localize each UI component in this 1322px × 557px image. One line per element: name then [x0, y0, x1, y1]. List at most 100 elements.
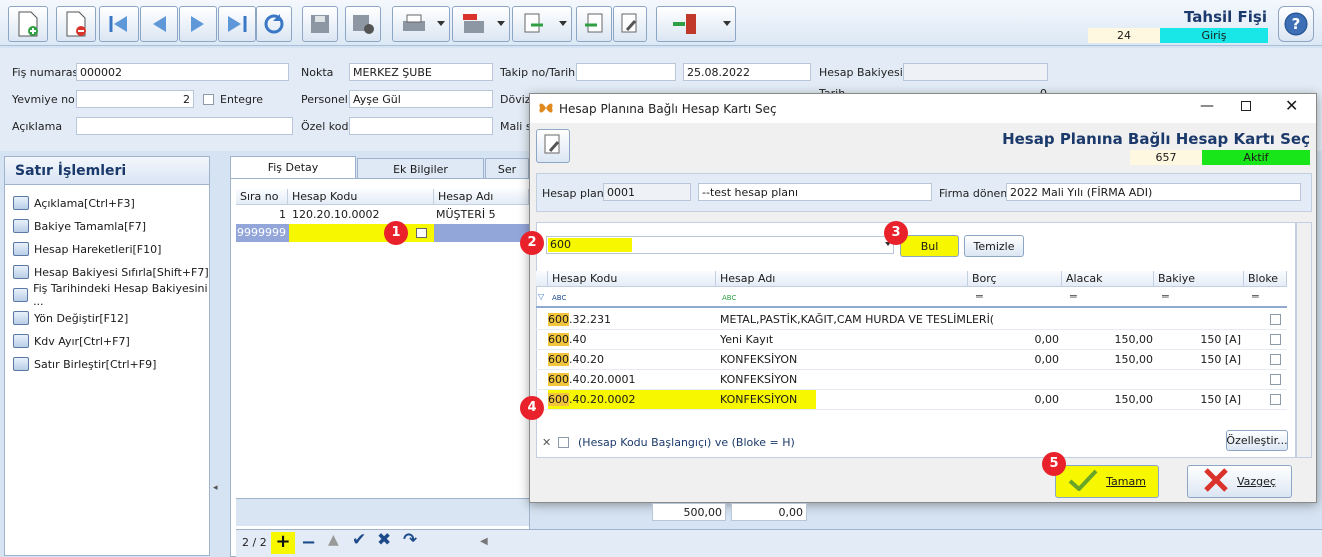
cancel-icon[interactable]: ✖: [377, 530, 391, 550]
filter-enabled-checkbox[interactable]: [558, 437, 569, 448]
row-indicator-header: [536, 271, 548, 287]
yevmiye-input[interactable]: 2: [76, 90, 194, 108]
print-button[interactable]: [392, 6, 450, 42]
splitter-icon[interactable]: ◂: [213, 483, 218, 493]
col-hesap-adi[interactable]: Hesap Adı: [434, 189, 529, 205]
maximize-icon[interactable]: [1241, 101, 1251, 111]
tab-ser[interactable]: Ser: [485, 158, 529, 180]
hesap-kodu-cell-input[interactable]: [289, 224, 434, 242]
firma-select[interactable]: 2022 Mali Yılı (FİRMA ADI): [1006, 183, 1301, 201]
entegre-checkbox[interactable]: [203, 94, 214, 105]
col-sira-no[interactable]: Sıra no: [236, 189, 288, 205]
ok-button[interactable]: Tamam: [1055, 465, 1159, 498]
prev-record-button[interactable]: [140, 6, 178, 42]
equals-icon-3: ═: [1162, 290, 1169, 303]
ozel-kod-input[interactable]: [349, 117, 493, 135]
action-tarih-bakiye[interactable]: Fiş Tarihindeki Hesap Bakiyesini ...: [13, 282, 209, 308]
plan-name: --test hesap planı: [698, 183, 932, 201]
action-kdv-ayir[interactable]: Kdv Ayır[Ctrl+F7]: [13, 331, 130, 351]
exit-button[interactable]: [656, 6, 736, 42]
borc-cell: 0,00: [1034, 333, 1060, 346]
find-button[interactable]: Bul: [900, 235, 959, 257]
next-record-button[interactable]: [179, 6, 217, 42]
dialog-tools-button[interactable]: [536, 129, 570, 163]
action-satir-birlestir[interactable]: Satır Birleştir[Ctrl+F9]: [13, 354, 156, 374]
equals-icon-2: ═: [1070, 290, 1077, 303]
tab-ek-bilgiler[interactable]: Ek Bilgiler: [357, 158, 484, 180]
table-row[interactable]: 600.40.20 KONFEKSİYON 0,00 150,00 150 [A]: [536, 350, 1287, 370]
nokta-input[interactable]: MERKEZ ŞUBE: [349, 63, 493, 81]
pdf-button[interactable]: [452, 6, 510, 42]
pdf-icon: [461, 11, 487, 37]
help-button[interactable]: ?: [1278, 6, 1314, 42]
bloke-checkbox[interactable]: [1270, 394, 1281, 405]
filter-row[interactable]: ▽ ABC ABC ═ ═ ═ ═: [536, 288, 1287, 308]
personel-input[interactable]: Ayşe Gül: [349, 90, 493, 108]
dialog-title: Hesap Planına Bağlı Hesap Kartı Seç: [1002, 130, 1310, 148]
check-icon[interactable]: ✔: [352, 530, 366, 550]
delete-button[interactable]: [56, 6, 96, 42]
grid-scrollbar[interactable]: [1296, 222, 1312, 458]
last-record-button[interactable]: [218, 6, 256, 42]
export-icon: [522, 11, 548, 37]
bloke-checkbox[interactable]: [1270, 374, 1281, 385]
firma-label: Firma dönemi: [939, 187, 1015, 200]
remove-row-icon[interactable]: −: [301, 532, 316, 553]
import-button[interactable]: [576, 6, 612, 42]
borc-cell: 0,00: [1034, 393, 1060, 406]
minimize-icon[interactable]: —: [1200, 98, 1214, 114]
col-dlg-bakiye[interactable]: Bakiye: [1154, 271, 1244, 287]
action-bakiye-tamamla[interactable]: Bakiye Tamamla[F7]: [13, 216, 146, 236]
export-button[interactable]: [512, 6, 572, 42]
close-icon[interactable]: ✕: [1285, 96, 1298, 115]
customize-button[interactable]: Özelleştir...: [1226, 430, 1288, 451]
table-row[interactable]: 600.40 Yeni Kayıt 0,00 150,00 150 [A]: [536, 330, 1287, 350]
redo-icon[interactable]: ↷: [403, 530, 417, 550]
panel-title: Satır İşlemleri: [5, 157, 209, 185]
bakiye-cell: 150 [A]: [1200, 353, 1241, 366]
save-button[interactable]: [302, 6, 338, 42]
cancel-button[interactable]: Vazgeç: [1187, 465, 1292, 498]
hesap-kodu-cell: 600.40.20.0001: [548, 373, 636, 386]
refresh-button[interactable]: [256, 6, 292, 42]
add-row-icon[interactable]: +: [271, 532, 295, 554]
clear-button[interactable]: Temizle: [964, 235, 1024, 257]
hesap-adi-cell: KONFEKSİYON: [720, 390, 816, 409]
tools-button[interactable]: [613, 6, 647, 42]
lookup-icon[interactable]: [416, 228, 427, 238]
action-bakiye-sifirla[interactable]: Hesap Bakiyesi Sıfırla[Shift+F7]: [13, 262, 209, 282]
col-dlg-borc[interactable]: Borç: [968, 271, 1062, 287]
tab-fis-detay[interactable]: Fiş Detay: [230, 156, 356, 178]
table-row[interactable]: 600.40.20.0002 KONFEKSİYON 0,00 150,00 150 […: [536, 390, 1287, 410]
col-dlg-bloke[interactable]: Bloke: [1244, 271, 1287, 287]
takip-no-input[interactable]: [576, 63, 676, 81]
new-button[interactable]: [8, 6, 48, 42]
step-badge-5: 5: [1042, 452, 1066, 476]
table-row[interactable]: 600.40.20.0001 KONFEKSİYON: [536, 370, 1287, 390]
first-record-button[interactable]: [99, 6, 139, 42]
aciklama-input[interactable]: [76, 117, 293, 135]
bloke-checkbox[interactable]: [1270, 334, 1281, 345]
table-row[interactable]: 1 120.20.10.0002 MÜŞTERİ 5: [236, 206, 529, 223]
fis-no-input[interactable]: 000002: [76, 63, 289, 81]
bloke-checkbox[interactable]: [1270, 354, 1281, 365]
action-aciklama[interactable]: Açıklama[Ctrl+F3]: [13, 193, 135, 213]
dialog-record-no: 657: [1130, 150, 1202, 165]
clear-filter-icon[interactable]: ✕: [542, 436, 551, 449]
action-hesap-hareketleri[interactable]: Hesap Hareketleri[F10]: [13, 239, 161, 259]
col-dlg-hesap-adi[interactable]: Hesap Adı: [716, 271, 968, 287]
tarih-input[interactable]: 25.08.2022: [683, 63, 811, 81]
move-up-icon[interactable]: ▲: [328, 532, 339, 548]
table-row-active[interactable]: 9999999: [236, 224, 529, 242]
hesap-adi-cell: KONFEKSİYON: [720, 373, 798, 386]
col-dlg-hesap-kodu[interactable]: Hesap Kodu: [548, 271, 716, 287]
scroll-left-icon[interactable]: ◀: [480, 536, 488, 547]
col-hesap-kodu[interactable]: Hesap Kodu: [288, 189, 434, 205]
save-close-button[interactable]: [345, 6, 381, 42]
save-icon: [307, 11, 333, 37]
table-row[interactable]: 600.32.231 METAL,PASTİK,KAĞIT,CAM HURDA V…: [536, 310, 1287, 330]
bloke-checkbox[interactable]: [1270, 314, 1281, 325]
action-yon-degistir[interactable]: Yön Değiştir[F12]: [13, 308, 128, 328]
pager-count: 2 / 2: [242, 536, 267, 549]
col-dlg-alacak[interactable]: Alacak: [1062, 271, 1154, 287]
